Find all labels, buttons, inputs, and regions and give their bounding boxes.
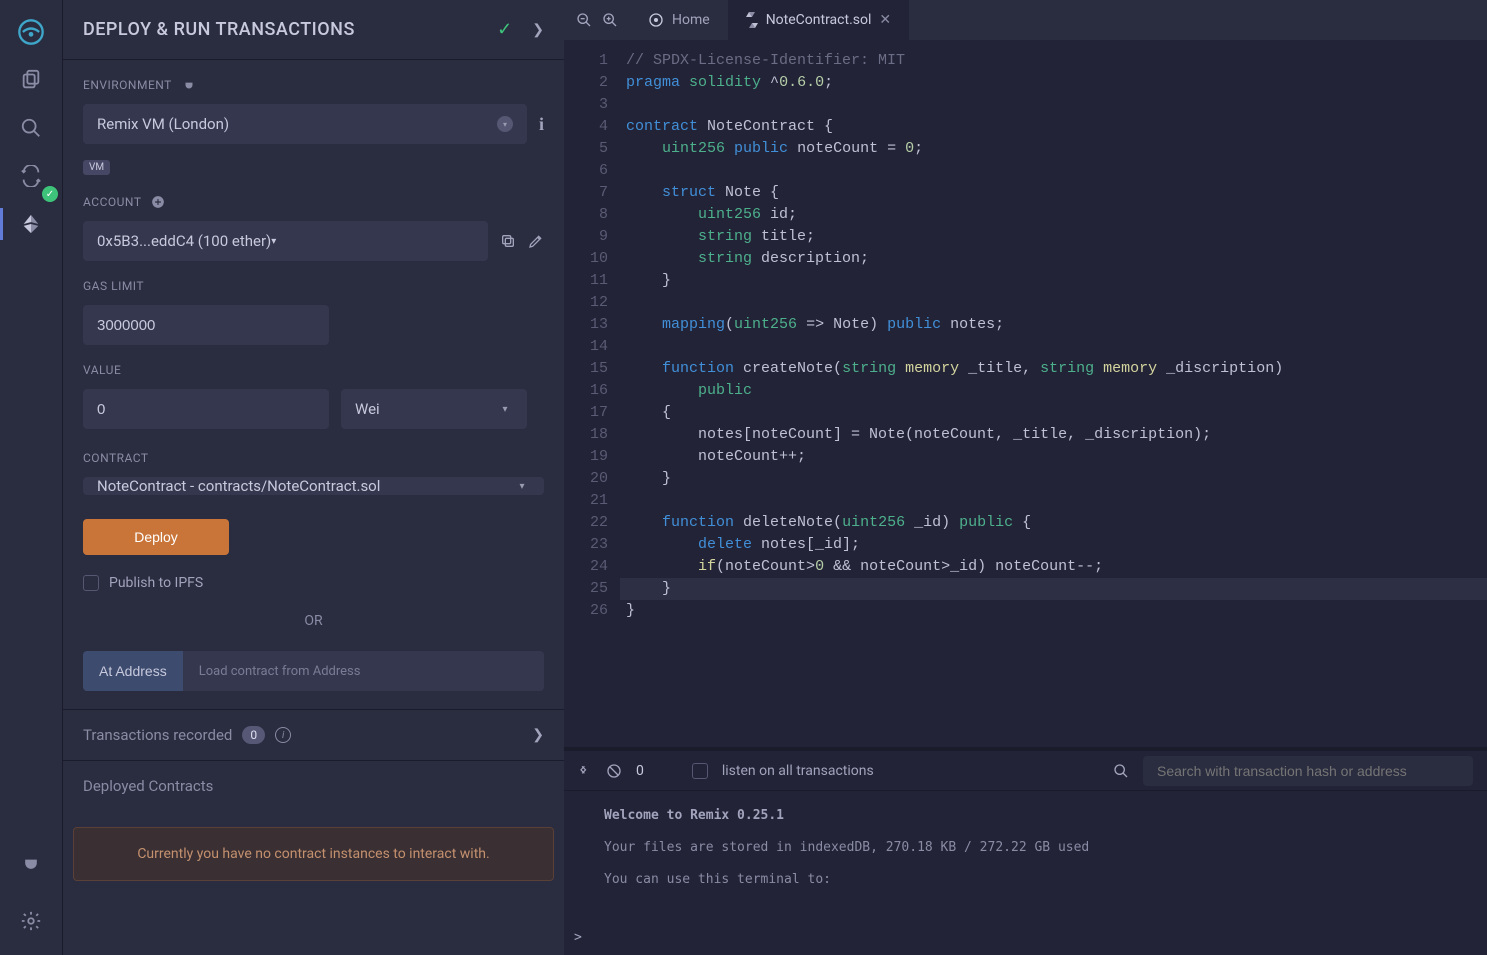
at-address-placeholder: Load contract from Address xyxy=(183,664,377,679)
contract-select[interactable]: NoteContract - contracts/NoteContract.so… xyxy=(83,477,544,495)
panel-title: DEPLOY & RUN TRANSACTIONS xyxy=(83,19,497,40)
publish-ipfs-checkbox[interactable] xyxy=(83,575,99,591)
terminal-storage-line: Your files are stored in indexedDB, 270.… xyxy=(604,837,1447,859)
clear-terminal-icon[interactable] xyxy=(606,763,622,779)
terminal-usage-line: You can use this terminal to: xyxy=(604,869,1447,891)
settings-icon[interactable] xyxy=(0,897,62,945)
environment-value: Remix VM (London) xyxy=(97,115,229,133)
panel-expand-icon[interactable]: ❯ xyxy=(532,22,544,38)
status-check-icon: ✓ xyxy=(497,19,512,40)
environment-label: ENVIRONMENT xyxy=(83,78,172,92)
tab-bar: Home NoteContract.sol ✕ xyxy=(564,0,1487,40)
code-area[interactable]: // SPDX-License-Identifier: MITpragma so… xyxy=(620,40,1487,747)
pending-count: 0 xyxy=(636,763,644,779)
terminal-search-input[interactable] xyxy=(1143,756,1473,786)
zoom-out-icon[interactable] xyxy=(576,12,592,28)
icon-bar: ✓ xyxy=(0,0,62,955)
terminal-toolbar: 0 listen on all transactions xyxy=(564,751,1487,791)
contract-value: NoteContract - contracts/NoteContract.so… xyxy=(97,477,380,495)
chevron-down-icon: ▾ xyxy=(514,478,530,494)
environment-select[interactable]: Remix VM (London) ▾ xyxy=(83,104,527,144)
value-unit-select[interactable]: Wei ▾ xyxy=(341,389,527,429)
environment-info-icon[interactable]: i xyxy=(539,114,544,135)
edit-account-icon[interactable] xyxy=(528,233,544,249)
gaslimit-label: GAS LIMIT xyxy=(83,279,544,293)
chevron-right-icon: ❯ xyxy=(532,727,544,743)
panel-header: DEPLOY & RUN TRANSACTIONS ✓ ❯ xyxy=(63,0,564,60)
listen-label: listen on all transactions xyxy=(722,763,874,779)
account-label: ACCOUNT xyxy=(83,195,141,209)
listen-checkbox[interactable] xyxy=(692,763,708,779)
files-icon[interactable] xyxy=(0,56,62,104)
at-address-button[interactable]: At Address xyxy=(83,651,183,691)
value-label: VALUE xyxy=(83,363,544,377)
vm-badge: VM xyxy=(83,160,110,175)
transactions-recorded-section[interactable]: Transactions recorded 0 i ❯ xyxy=(63,710,564,761)
transactions-count: 0 xyxy=(242,726,265,744)
transactions-recorded-label: Transactions recorded xyxy=(83,726,232,744)
deploy-panel: DEPLOY & RUN TRANSACTIONS ✓ ❯ ENVIRONMEN… xyxy=(62,0,564,955)
info-icon[interactable]: i xyxy=(275,727,291,743)
chevron-down-icon: ▾ xyxy=(271,236,276,247)
account-value: 0x5B3...eddC4 (100 ether) xyxy=(97,232,271,250)
compiler-icon[interactable]: ✓ xyxy=(0,152,62,200)
add-account-icon[interactable] xyxy=(151,195,165,209)
tab-file[interactable]: NoteContract.sol ✕ xyxy=(728,0,909,40)
contract-label: CONTRACT xyxy=(83,451,544,465)
logo-icon[interactable] xyxy=(0,8,62,56)
deployed-contracts-section: Deployed Contracts xyxy=(63,761,564,811)
collapse-terminal-icon[interactable] xyxy=(578,764,592,778)
deploy-button[interactable]: Deploy xyxy=(83,519,229,555)
terminal-welcome: Welcome to Remix 0.25.1 xyxy=(604,805,1447,827)
remix-icon xyxy=(648,12,664,28)
plugin-icon[interactable] xyxy=(0,839,62,887)
or-text: OR xyxy=(83,613,544,629)
plug-icon xyxy=(182,78,196,92)
main-area: Home NoteContract.sol ✕ 1234567891011121… xyxy=(564,0,1487,955)
copy-account-icon[interactable] xyxy=(500,233,516,249)
zoom-in-icon[interactable] xyxy=(602,12,618,28)
code-editor[interactable]: 1234567891011121314151617181920212223242… xyxy=(564,40,1487,747)
terminal-output[interactable]: Welcome to Remix 0.25.1 Your files are s… xyxy=(564,791,1487,955)
solidity-icon xyxy=(746,12,758,28)
terminal: 0 listen on all transactions Welcome to … xyxy=(564,751,1487,955)
account-select[interactable]: 0x5B3...eddC4 (100 ether) ▾ xyxy=(83,221,488,261)
value-unit: Wei xyxy=(355,400,380,418)
terminal-search-icon[interactable] xyxy=(1113,763,1129,779)
tab-file-label: NoteContract.sol xyxy=(766,12,872,28)
publish-ipfs-label: Publish to IPFS xyxy=(109,575,203,591)
deploy-icon[interactable] xyxy=(0,200,62,248)
value-input[interactable] xyxy=(83,389,329,429)
line-gutter: 1234567891011121314151617181920212223242… xyxy=(564,40,620,747)
deployed-contracts-label: Deployed Contracts xyxy=(83,777,213,795)
terminal-prompt: > xyxy=(574,927,582,949)
chevron-down-icon: ▾ xyxy=(497,401,513,417)
no-contract-message: Currently you have no contract instances… xyxy=(73,827,554,881)
close-tab-icon[interactable]: ✕ xyxy=(879,12,891,28)
gaslimit-input[interactable] xyxy=(83,305,329,345)
tab-home[interactable]: Home xyxy=(630,0,728,40)
tab-home-label: Home xyxy=(672,12,710,28)
search-icon[interactable] xyxy=(0,104,62,152)
chevron-down-icon: ▾ xyxy=(497,116,513,132)
